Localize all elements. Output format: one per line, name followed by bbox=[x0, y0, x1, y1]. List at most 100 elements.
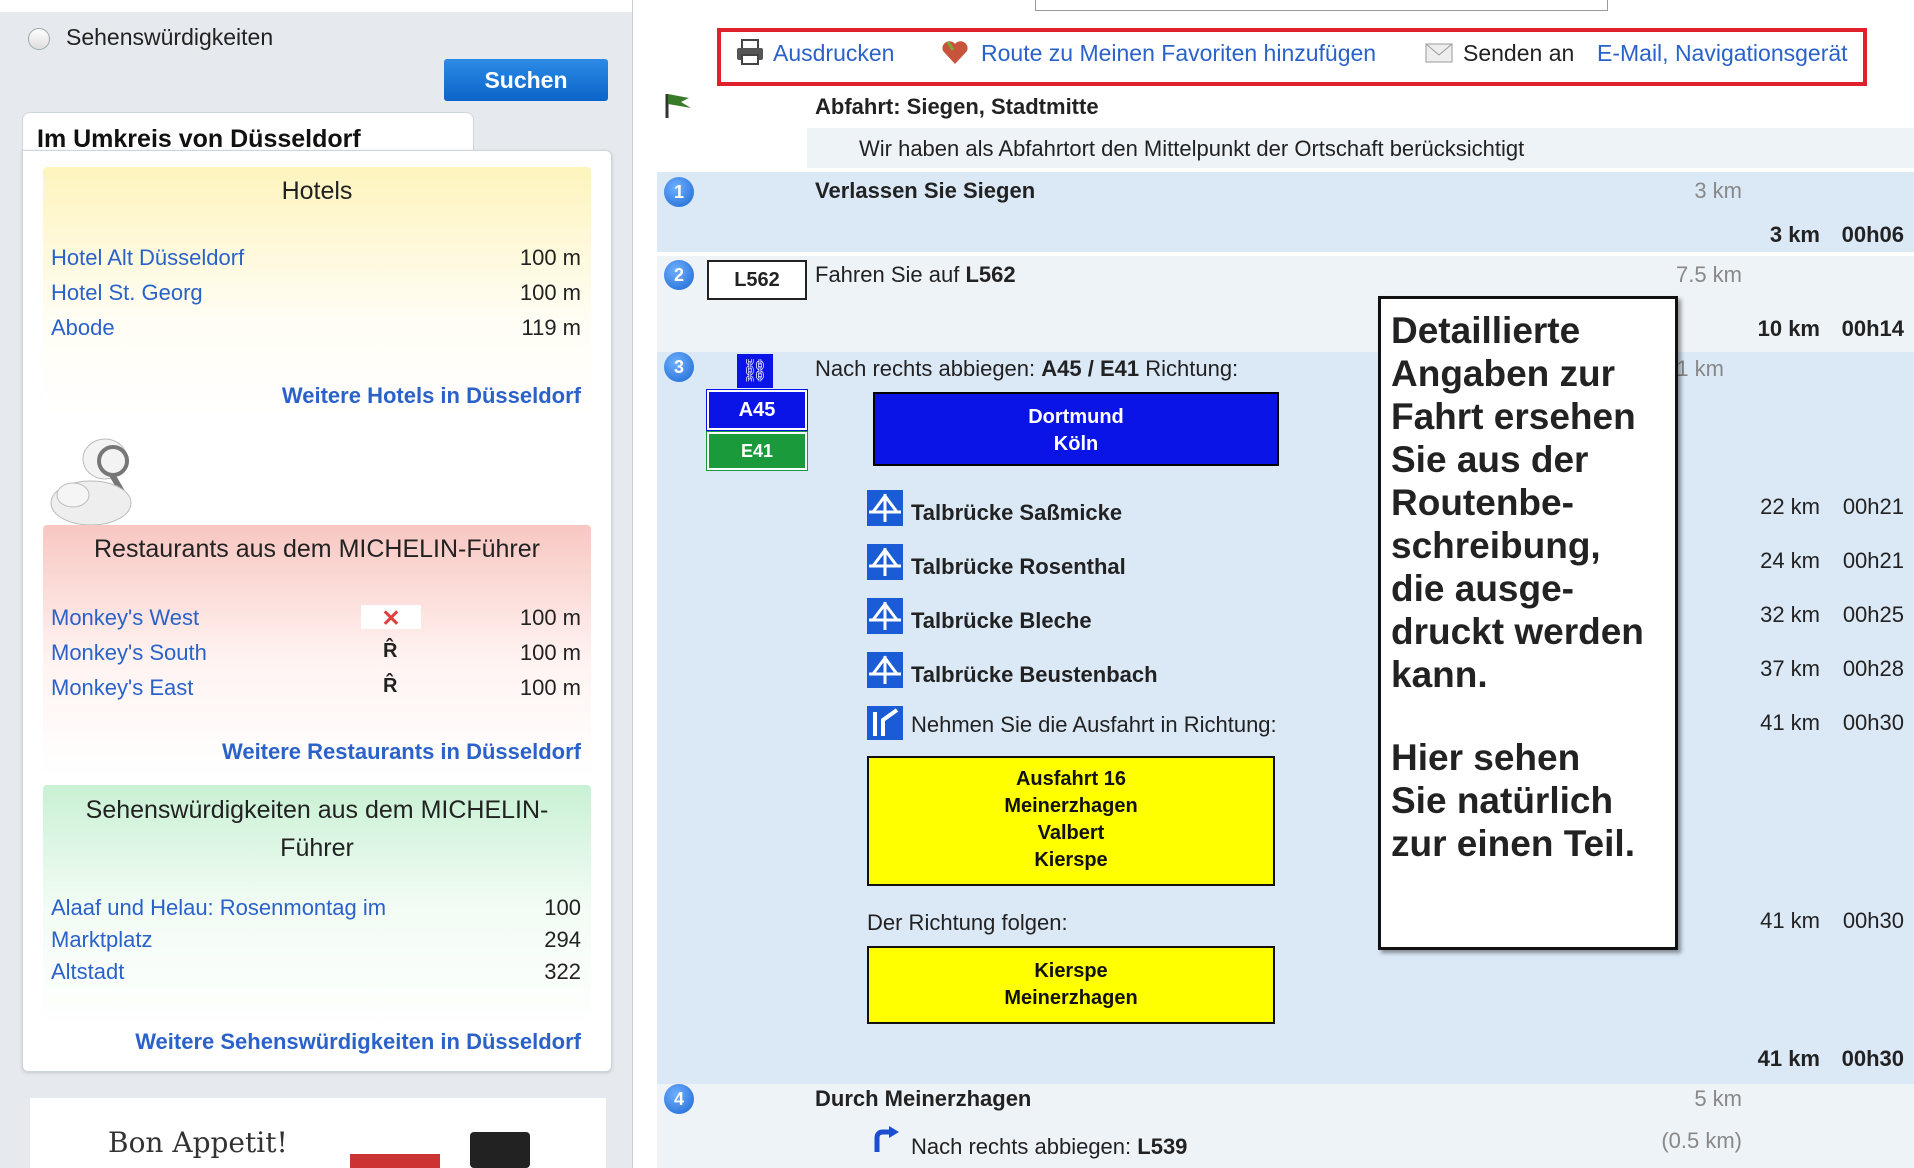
step-text: Durch Meinerzhagen bbox=[815, 1086, 1032, 1111]
restaurant-distance: 100 m bbox=[519, 640, 581, 665]
bridge-icon bbox=[867, 598, 903, 634]
sign-line: Kierspe bbox=[1034, 849, 1108, 871]
list-item[interactable]: Monkey's West ✕ 100 m bbox=[51, 605, 581, 635]
step-road: L562 bbox=[965, 262, 1016, 287]
callout-line: Sie natürlich bbox=[1391, 780, 1614, 821]
list-item[interactable]: Monkey's South R̂ 100 m bbox=[51, 640, 581, 670]
restaurant-name[interactable]: Monkey's West bbox=[51, 605, 199, 631]
list-item[interactable]: Hotel St. Georg 100 m bbox=[51, 280, 581, 310]
road-badge: L562 bbox=[707, 260, 807, 300]
hotel-distance: 100 m bbox=[519, 280, 581, 305]
step-3: 3 ⛓ Nach rechts abbiegen: A45 / E41 Rich… bbox=[657, 352, 1914, 1084]
list-item[interactable]: Monkey's East R̂ 100 m bbox=[51, 675, 581, 705]
motorway-badge: A45 bbox=[706, 389, 808, 431]
nearby-panel: Hotels Hotel Alt Düsseldorf 100 m Hotel … bbox=[22, 150, 612, 1072]
turn-right-icon bbox=[871, 1126, 901, 1152]
bridge-time: 00h21 bbox=[1842, 548, 1904, 573]
sights-radio-label: Sehenswürdigkeiten bbox=[66, 24, 274, 50]
more-sights-link[interactable]: Weitere Sehenswürdigkeiten in Düsseldorf bbox=[135, 1029, 581, 1055]
callout-spacer bbox=[1391, 696, 1665, 736]
total-time: 00h14 bbox=[1841, 316, 1904, 341]
callout-line: Hier sehen bbox=[1391, 737, 1581, 778]
hotel-name[interactable]: Abode bbox=[51, 315, 115, 341]
sights-title-line1: Sehenswürdigkeiten aus dem MICHELIN- bbox=[85, 796, 549, 824]
step-number: 2 bbox=[664, 260, 694, 290]
total-km: 3 km bbox=[1769, 222, 1820, 247]
hotel-name[interactable]: Hotel St. Georg bbox=[51, 280, 203, 306]
exit-text: Nehmen Sie die Ausfahrt in Richtung: bbox=[911, 712, 1277, 737]
step-km: 3 km bbox=[1694, 178, 1742, 203]
sight-name[interactable]: Marktplatz bbox=[51, 927, 152, 953]
bridge-name: Talbrücke Saßmicke bbox=[911, 500, 1123, 525]
sign-line: Kierspe bbox=[1034, 960, 1108, 982]
start-flag-icon bbox=[663, 90, 697, 120]
sights-radio[interactable] bbox=[28, 28, 50, 50]
callout-line: Detaillierte bbox=[1391, 310, 1581, 351]
send-links[interactable]: E-Mail, Navigationsgerät bbox=[1597, 40, 1848, 67]
search-button[interactable]: Suchen bbox=[444, 59, 608, 101]
restaurant-name[interactable]: Monkey's South bbox=[51, 640, 207, 666]
list-item[interactable]: Abode 119 m bbox=[51, 315, 581, 345]
step-text-prefix: Nach rechts abbiegen: bbox=[815, 356, 1042, 381]
bridge-time: 00h28 bbox=[1842, 656, 1904, 681]
total-km: 10 km bbox=[1757, 316, 1820, 341]
michelin-r-icon: R̂ bbox=[383, 640, 398, 662]
michelin-fork-icon: ✕ bbox=[361, 605, 421, 631]
sights-title-line2: Führer bbox=[280, 834, 354, 862]
step-text: Fahren Sie auf L562 bbox=[815, 262, 1016, 288]
more-hotels-link[interactable]: Weitere Hotels in Düsseldorf bbox=[282, 383, 581, 409]
step-2: 2 L562 Fahren Sie auf L562 7.5 km 10 km … bbox=[657, 256, 1914, 352]
add-favorites-link[interactable]: Route zu Meinen Favoriten hinzufügen bbox=[981, 40, 1376, 67]
total-time: 00h06 bbox=[1841, 222, 1904, 247]
callout-line: druckt werden bbox=[1391, 611, 1644, 652]
restaurant-name[interactable]: Monkey's East bbox=[51, 675, 193, 701]
restaurant-distance: 100 m bbox=[519, 675, 581, 700]
sight-name[interactable]: Alaaf und Helau: Rosenmontag im bbox=[51, 895, 386, 921]
list-item[interactable]: Altstadt 322 bbox=[51, 959, 581, 989]
more-restaurants-link[interactable]: Weitere Restaurants in Düsseldorf bbox=[222, 739, 581, 765]
sight-name[interactable]: Altstadt bbox=[51, 959, 124, 985]
promo-banner[interactable]: Bon Appetit! bbox=[30, 1098, 606, 1168]
sidebar: Sehenswürdigkeiten Suchen Im Umkreis von… bbox=[0, 0, 632, 1168]
substep-km: (0.5 km) bbox=[1661, 1128, 1742, 1153]
follow-time: 00h30 bbox=[1842, 908, 1904, 933]
list-item[interactable]: Marktplatz 294 bbox=[51, 927, 581, 957]
bridge-time: 00h21 bbox=[1842, 494, 1904, 519]
step-text: Nach rechts abbiegen: A45 / E41 Richtung… bbox=[815, 356, 1238, 382]
hotel-distance: 100 m bbox=[519, 245, 581, 270]
exit-sign-yellow: Ausfahrt 16 Meinerzhagen Valbert Kierspe bbox=[867, 756, 1275, 886]
step-text-suffix: Richtung: bbox=[1139, 356, 1239, 381]
hotels-box: Hotels Hotel Alt Düsseldorf 100 m Hotel … bbox=[43, 167, 591, 415]
top-strip bbox=[0, 0, 632, 12]
bridge-icon bbox=[867, 544, 903, 580]
step-number: 3 bbox=[664, 352, 694, 382]
print-link[interactable]: Ausdrucken bbox=[773, 40, 894, 67]
step-1: 1 Verlassen Sie Siegen 3 km 3 km 00h06 bbox=[657, 172, 1914, 252]
hotels-title: Hotels bbox=[281, 177, 353, 205]
substep-road: L539 bbox=[1137, 1134, 1188, 1159]
direction-sign-blue: Dortmund Köln bbox=[873, 392, 1279, 466]
step-km: 5 km bbox=[1694, 1086, 1742, 1111]
column-divider bbox=[632, 0, 657, 1168]
departure-note: Wir haben als Abfahrtort den Mittelpunkt… bbox=[859, 136, 1525, 161]
sight-distance: 322 bbox=[544, 959, 581, 984]
follow-sign-yellow: Kierspe Meinerzhagen bbox=[867, 946, 1275, 1024]
michelin-man-icon bbox=[43, 425, 153, 526]
list-item[interactable]: Alaaf und Helau: Rosenmontag im 100 bbox=[51, 895, 581, 925]
route-panel: Ausdrucken Route zu Meinen Favoriten hin… bbox=[657, 0, 1914, 1168]
printer-icon[interactable] bbox=[735, 38, 765, 66]
restaurants-box: Restaurants aus dem MICHELIN-Führer Monk… bbox=[43, 525, 591, 777]
envelope-icon bbox=[1425, 42, 1453, 63]
callout-line: Angaben zur bbox=[1391, 353, 1616, 394]
bridge-icon bbox=[867, 490, 903, 526]
promo-text: Bon Appetit! bbox=[108, 1126, 288, 1159]
follow-text: Der Richtung folgen: bbox=[867, 910, 1068, 935]
bridge-icon bbox=[867, 652, 903, 688]
hotel-name[interactable]: Hotel Alt Düsseldorf bbox=[51, 245, 244, 271]
sign-line: Ausfahrt 16 bbox=[1015, 768, 1127, 790]
heart-icon[interactable] bbox=[940, 38, 970, 66]
callout-line: zur einen Teil. bbox=[1391, 823, 1635, 864]
list-item[interactable]: Hotel Alt Düsseldorf 100 m bbox=[51, 245, 581, 275]
total-km: 41 km bbox=[1757, 1046, 1820, 1071]
sign-line: Valbert bbox=[1037, 822, 1105, 844]
